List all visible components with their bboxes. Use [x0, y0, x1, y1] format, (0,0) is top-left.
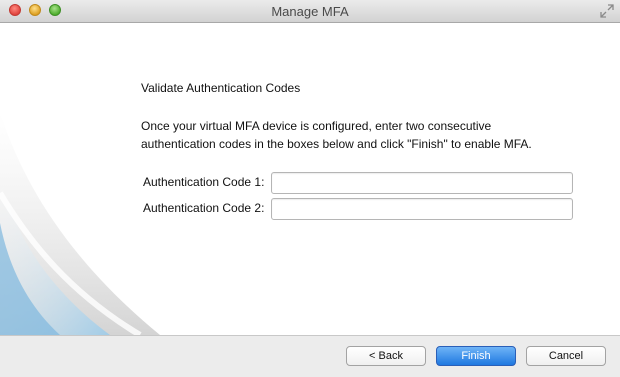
section-heading: Validate Authentication Codes	[141, 81, 301, 95]
fullscreen-icon[interactable]	[600, 4, 614, 18]
code1-label: Authentication Code 1:	[143, 175, 265, 189]
finish-button[interactable]: Finish	[436, 346, 516, 366]
authentication-code-2-input[interactable]	[271, 198, 573, 220]
code2-row: Authentication Code 2:	[141, 198, 573, 220]
button-bar: < Back Finish Cancel	[0, 335, 620, 377]
title-bar[interactable]: Manage MFA	[0, 0, 620, 23]
manage-mfa-window: Manage MFA Validate Authentication Codes…	[0, 0, 620, 377]
code1-row: Authentication Code 1:	[141, 172, 573, 194]
code2-label: Authentication Code 2:	[143, 201, 265, 215]
instructions-text: Once your virtual MFA device is configur…	[141, 119, 532, 151]
window-title: Manage MFA	[271, 4, 349, 19]
cancel-button[interactable]: Cancel	[526, 346, 606, 366]
decorative-swoosh	[0, 113, 160, 335]
back-button[interactable]: < Back	[346, 346, 426, 366]
authentication-code-1-input[interactable]	[271, 172, 573, 194]
